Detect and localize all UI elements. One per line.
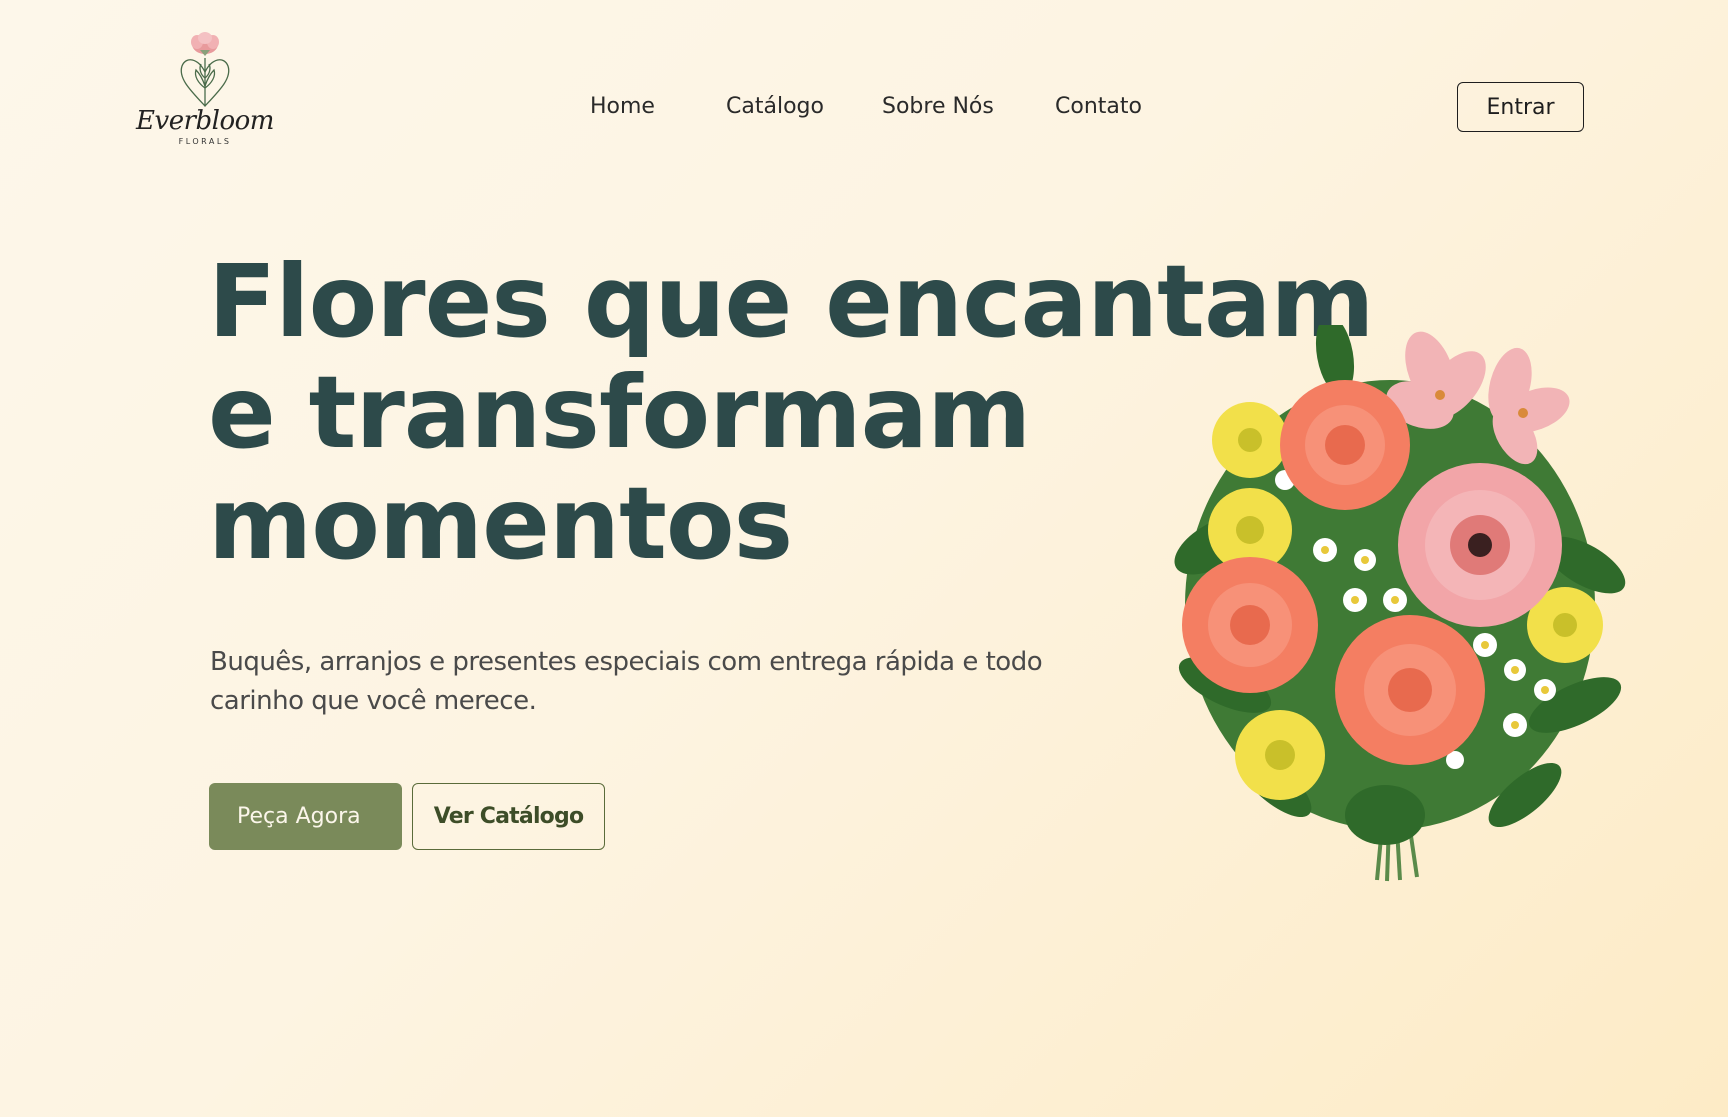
brand-subtitle: FLORALS [178,137,232,146]
flower-bouquet-illustration [1174,325,1626,882]
nav-item-catalogo[interactable]: Catálogo [726,90,824,124]
nav-item-home[interactable]: Home [590,90,655,124]
hero-title-line-3: momentos [208,465,793,582]
hero-subtitle: Buquês, arranjos e presentes especiais c… [210,647,1043,716]
order-now-button[interactable]: Peça Agora [209,783,402,850]
hero-title-line-2: e transformam [208,354,1031,471]
hero-title: Flores que encantam e transformam moment… [208,243,1375,582]
pink-gerbera [1398,463,1562,627]
nav-item-contato[interactable]: Contato [1055,90,1142,124]
view-catalog-button[interactable]: Ver Catálogo [412,783,605,850]
hero-title-line-1: Flores que encantam [208,243,1375,360]
login-button[interactable]: Entrar [1457,82,1584,132]
nav-item-sobre-nos[interactable]: Sobre Nós [882,90,994,124]
